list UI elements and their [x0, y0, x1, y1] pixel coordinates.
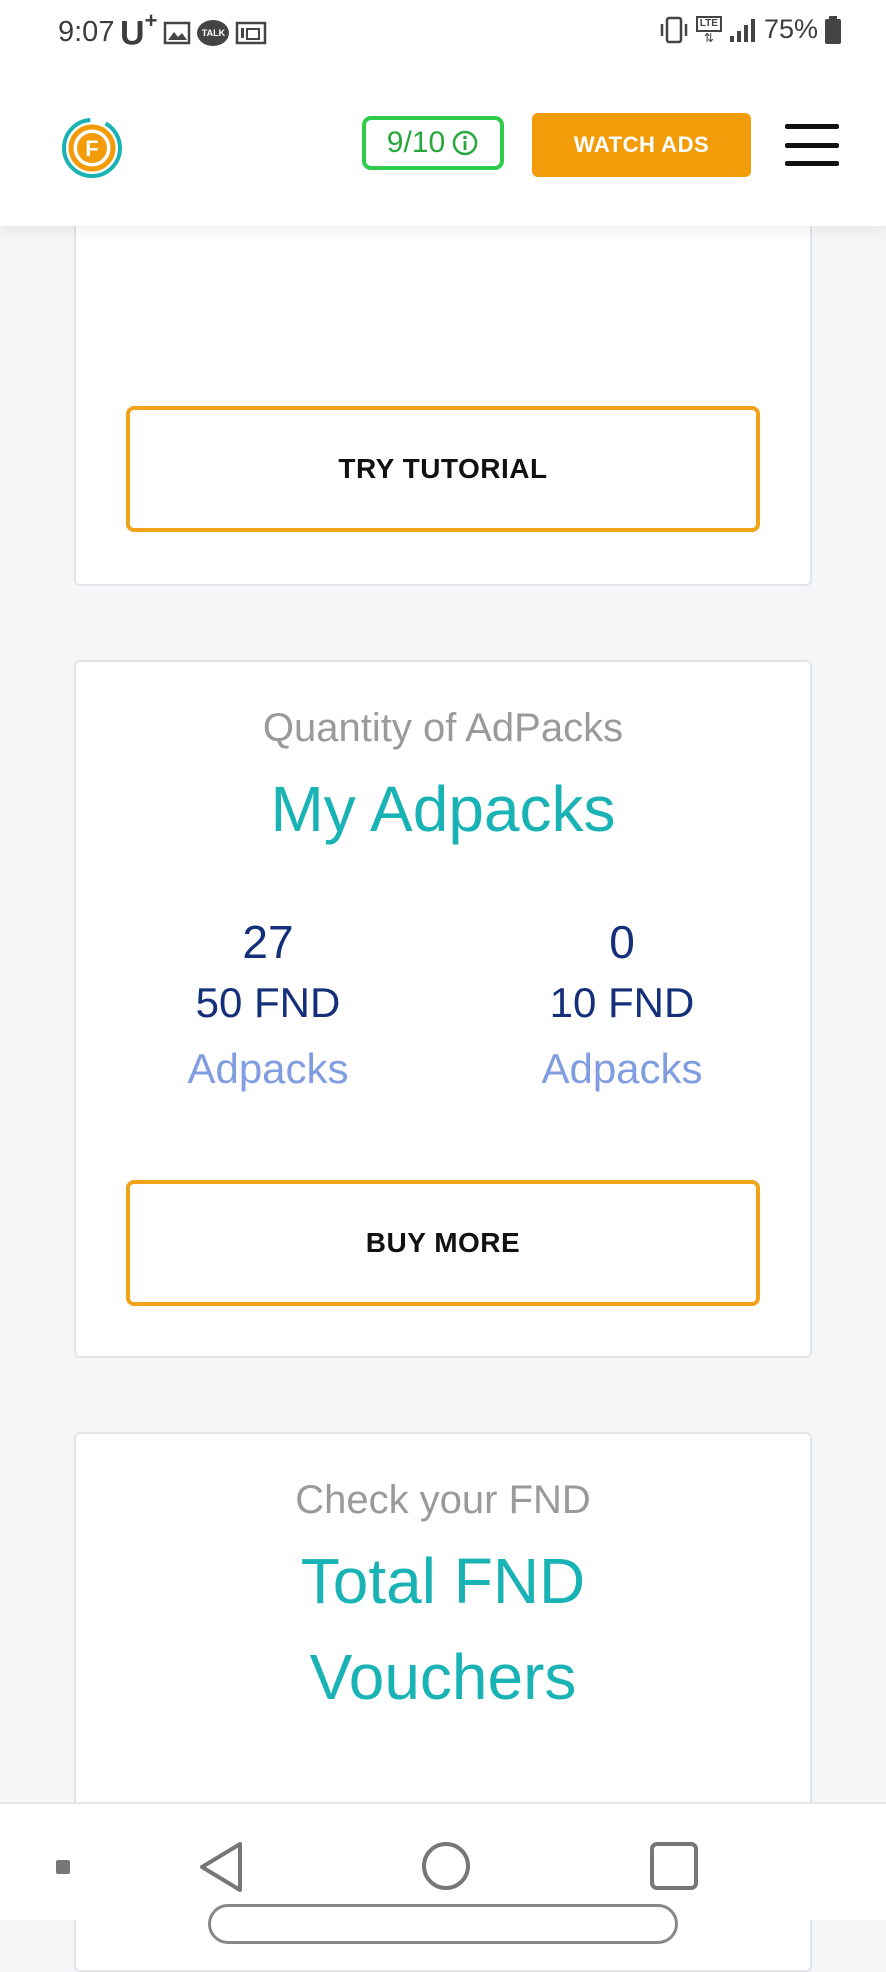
gallery-icon [164, 21, 191, 44]
ad-counter-badge[interactable]: 9/10 [362, 116, 504, 170]
battery-percent: 75% [763, 14, 818, 44]
status-bar: 9:07 U+ TALK LTE ⇅ 75% [0, 0, 886, 66]
lte-icon: LTE ⇅ [695, 15, 722, 44]
tutorial-card: TRY TUTORIAL [74, 200, 812, 586]
app-header: F 9/10 WATCH ADS [0, 66, 886, 226]
adpack-label: Adpacks [187, 1045, 349, 1092]
app-logo[interactable]: F [60, 116, 124, 180]
svg-text:F: F [85, 136, 98, 161]
adpack-label: Adpacks [541, 1045, 703, 1092]
adpacks-title: My Adpacks [270, 773, 616, 845]
watch-ads-button[interactable]: WATCH ADS [532, 113, 751, 177]
adpack-unit: 50 FND [195, 979, 341, 1026]
adpack-stat-50fnd: 27 50 FND Adpacks [128, 912, 408, 1104]
signal-icon [729, 18, 755, 42]
adpacks-card: Quantity of AdPacks My Adpacks 27 50 FND… [74, 660, 812, 1358]
ad-counter-value: 9/10 [386, 126, 446, 159]
back-icon[interactable] [196, 1840, 246, 1894]
home-icon[interactable] [420, 1840, 472, 1892]
vouchers-title-line2: Vouchers [309, 1641, 577, 1713]
overview-icon[interactable] [648, 1840, 700, 1892]
adpack-count: 0 [609, 916, 635, 968]
hamburger-menu-icon[interactable] [785, 124, 839, 166]
battery-icon [825, 15, 841, 44]
screenshot-icon [236, 21, 267, 44]
status-time: 9:07 [58, 16, 115, 48]
system-nav-bar [0, 1802, 886, 1944]
vouchers-subtitle: Check your FND [295, 1478, 591, 1522]
adpack-count: 27 [242, 916, 294, 968]
info-icon [452, 130, 478, 156]
kakaotalk-icon: TALK [197, 19, 230, 46]
status-right-icons: LTE ⇅ 75% [658, 14, 842, 45]
carrier-label: U+ [120, 8, 158, 53]
adpacks-subtitle: Quantity of AdPacks [262, 706, 624, 750]
vibrate-icon [660, 16, 688, 43]
adpack-stat-10fnd: 0 10 FND Adpacks [482, 912, 762, 1104]
try-tutorial-button[interactable]: TRY TUTORIAL [126, 406, 760, 532]
status-left-icons: U+ TALK [120, 8, 267, 53]
recent-dot-icon [56, 1860, 70, 1874]
adpack-unit: 10 FND [549, 979, 695, 1026]
home-indicator [208, 1904, 678, 1944]
buy-more-button[interactable]: BUY MORE [126, 1180, 760, 1306]
vouchers-title-line1: Total FND [300, 1545, 586, 1617]
